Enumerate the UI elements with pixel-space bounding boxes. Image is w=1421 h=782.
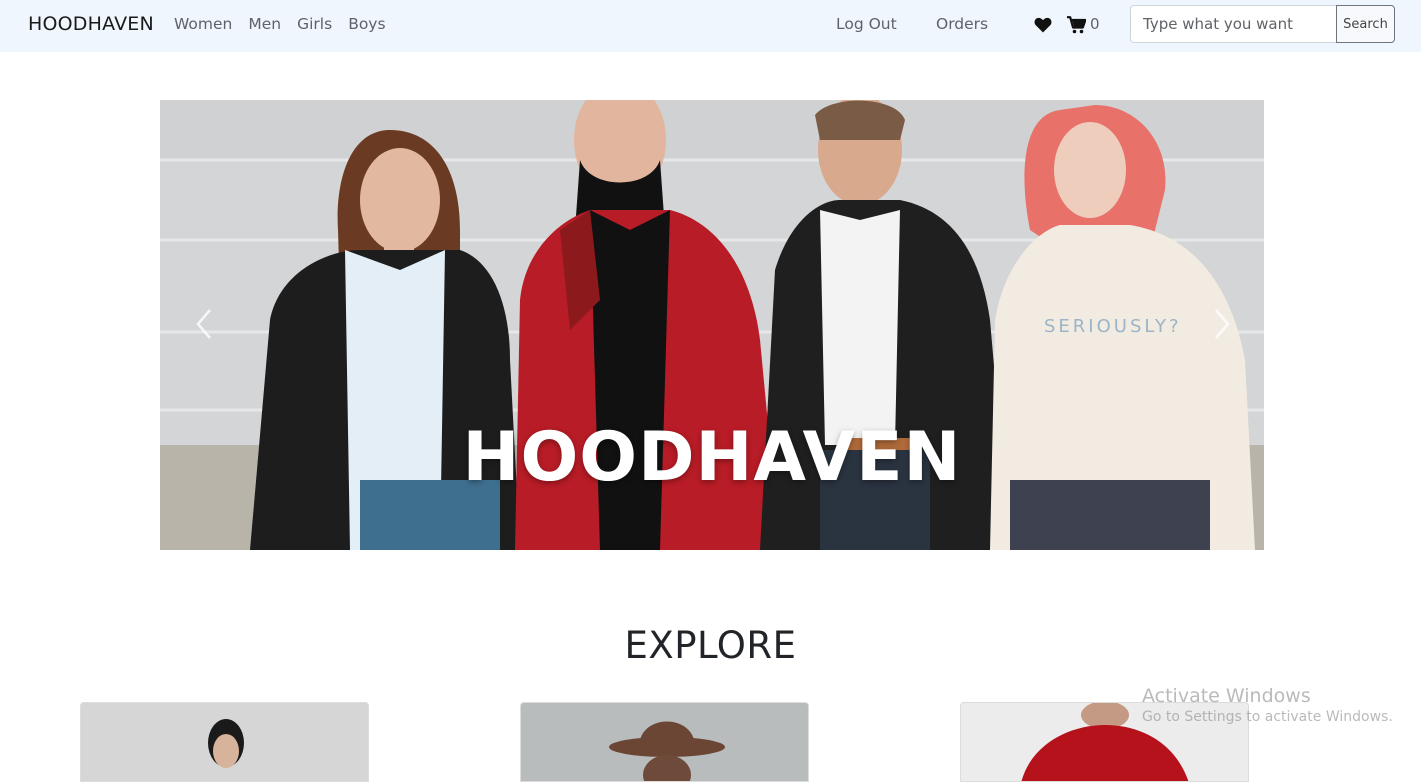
nav-women[interactable]: Women <box>174 15 232 33</box>
top-navbar: HOODHAVEN Women Men Girls Boys Log Out O… <box>0 0 1421 52</box>
women-category-card[interactable] <box>80 702 369 782</box>
chevron-right-icon[interactable] <box>1212 308 1232 340</box>
watermark-subtitle: Go to Settings to activate Windows. <box>1142 709 1393 725</box>
windows-activation-watermark: Activate Windows Go to Settings to activ… <box>1142 685 1393 725</box>
orders-link[interactable]: Orders <box>936 15 988 33</box>
hero-carousel: SERIOUSLY? HOODHAVEN <box>160 100 1264 550</box>
brand-logo[interactable]: HOODHAVEN <box>28 13 154 35</box>
shirt-print-text: SERIOUSLY? <box>1044 316 1182 337</box>
nav-men[interactable]: Men <box>248 15 281 33</box>
hero-title: HOODHAVEN <box>462 418 962 497</box>
watermark-title: Activate Windows <box>1142 685 1311 707</box>
card-image <box>81 703 368 781</box>
chevron-left-icon[interactable] <box>194 308 214 340</box>
card-image <box>521 703 808 781</box>
heart-icon[interactable] <box>1034 17 1052 33</box>
nav-girls[interactable]: Girls <box>297 15 332 33</box>
cart-icon[interactable] <box>1067 16 1086 34</box>
cart-count-badge: 0 <box>1090 15 1100 33</box>
search-input[interactable] <box>1130 5 1338 43</box>
category-nav: Women Men Girls Boys <box>174 15 402 33</box>
search-button[interactable]: Search <box>1336 5 1395 43</box>
explore-heading: EXPLORE <box>624 624 797 667</box>
nav-boys[interactable]: Boys <box>348 15 385 33</box>
men-category-card[interactable] <box>520 702 809 782</box>
logout-link[interactable]: Log Out <box>836 15 897 33</box>
